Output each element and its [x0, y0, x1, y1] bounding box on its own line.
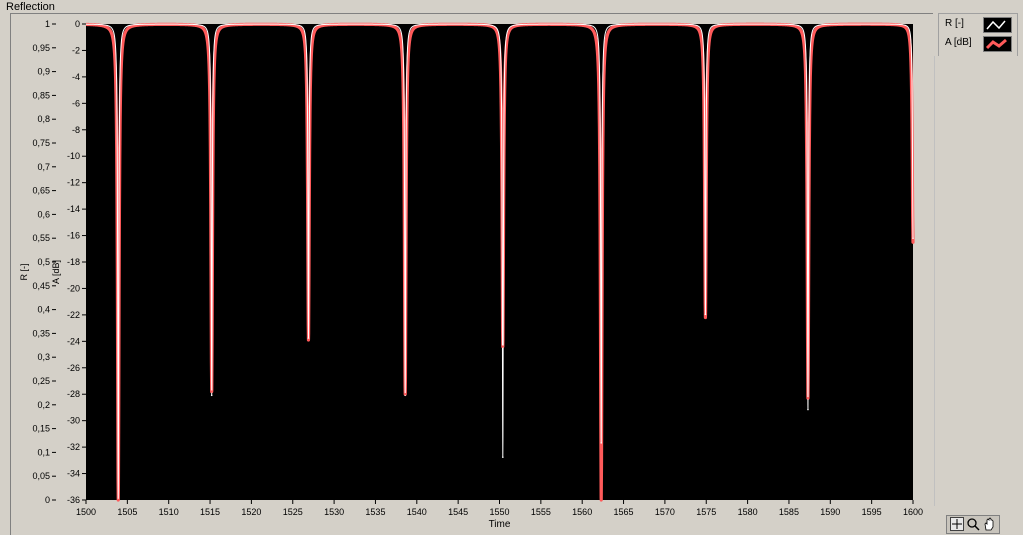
y-tick-label: 0,15	[32, 424, 50, 434]
y2-tick-label: -6	[72, 98, 80, 108]
series-a-point	[911, 240, 915, 244]
series-a-point	[600, 498, 603, 502]
y2-tick-label: -2	[72, 45, 80, 55]
x-tick-label: 1530	[324, 507, 344, 517]
y2-tick-label: -18	[67, 257, 80, 267]
series-a-point	[501, 345, 505, 348]
y2-tick-label: -36	[67, 495, 80, 505]
y2-tick-label: -32	[67, 442, 80, 452]
y-tick-label: 0,75	[32, 138, 50, 148]
zoom-icon[interactable]	[966, 517, 980, 531]
y-tick-label: 0,6	[37, 209, 50, 219]
y-tick-label: 0,3	[37, 352, 50, 362]
series-a-point	[404, 393, 407, 396]
x-tick-label: 1595	[862, 507, 882, 517]
y2-tick-label: -10	[67, 151, 80, 161]
y-tick-label: 0	[45, 495, 50, 505]
chart[interactable]: 0 0,05 0,1 0,15 0,2 0,25 0,3 0,35 0,4 0,45 0,5 0,55…	[11, 14, 933, 535]
x-tick-label: 1555	[531, 507, 551, 517]
y2-axis-label: A [dB]	[51, 260, 61, 284]
series-a-point	[307, 338, 310, 342]
legend-swatch-a[interactable]	[983, 36, 1012, 52]
y2-tick-label: -4	[72, 72, 80, 82]
y-tick-label: 0,9	[37, 67, 50, 77]
y-tick-label: 0,45	[32, 281, 50, 291]
x-tick-label: 1565	[614, 507, 634, 517]
x-tick-label: 1585	[779, 507, 799, 517]
y-tick-label: 0,65	[32, 186, 50, 196]
x-tick-label: 1590	[820, 507, 840, 517]
window-title: Reflection	[6, 1, 55, 13]
y-tick-label: 0,25	[32, 376, 50, 386]
y2-tick-label: -16	[67, 231, 80, 241]
x-tick-label: 1525	[283, 507, 303, 517]
y2-tick-label: -20	[67, 283, 80, 293]
y-tick-label: 0,8	[37, 114, 50, 124]
series-r-point	[210, 394, 213, 397]
y2-tick-label: -26	[67, 363, 80, 373]
x-axis-label: Time	[489, 519, 511, 530]
series-a-point	[210, 390, 213, 393]
y-tick-label: 0,5	[37, 257, 50, 267]
y-tick-label: 0,4	[37, 305, 50, 315]
graph-palette	[946, 515, 1000, 534]
x-tick-label: 1560	[572, 507, 592, 517]
series-r-point	[807, 408, 809, 411]
y-tick-label: 0,05	[32, 471, 50, 481]
x-tick-label: 1575	[696, 507, 716, 517]
pan-hand-icon[interactable]	[982, 517, 996, 531]
y-tick-label: 0,2	[37, 400, 50, 410]
series-a-point	[117, 498, 120, 502]
y-tick-label: 0,7	[37, 162, 50, 172]
y2-tick-label: -30	[67, 416, 80, 426]
x-tick-label: 1535	[365, 507, 385, 517]
x-tick-label: 1505	[117, 507, 137, 517]
y2-tick-label: -12	[67, 178, 80, 188]
series-r-point	[912, 237, 914, 239]
series-a-point	[806, 396, 810, 400]
y2-tick-label: -14	[67, 204, 80, 214]
x-tick-label: 1545	[448, 507, 468, 517]
x-tick-label: 1500	[76, 507, 96, 517]
y2-tick-label: -22	[67, 310, 80, 320]
legend-item-a[interactable]: A [dB]	[945, 37, 972, 55]
crosshair-icon[interactable]	[950, 517, 964, 531]
y-tick-label: 1	[45, 19, 50, 29]
x-tick-label: 1510	[159, 507, 179, 517]
legend-item-r[interactable]: R [-]	[945, 18, 964, 36]
y-tick-label: 0,1	[37, 447, 50, 457]
y-tick-label: 0,55	[32, 233, 50, 243]
x-tick-label: 1540	[407, 507, 427, 517]
y2-tick-label: 0	[75, 19, 80, 29]
x-tick-label: 1520	[241, 507, 261, 517]
y2-tick-label: -34	[67, 469, 80, 479]
series-r-point	[600, 442, 603, 444]
y-tick-label: 0,35	[32, 328, 50, 338]
legend: R [-] A [dB]	[938, 13, 1018, 57]
x-tick-label: 1570	[655, 507, 675, 517]
legend-scroll-area[interactable]	[934, 56, 1021, 506]
chart-panel: 0 0,05 0,1 0,15 0,2 0,25 0,3 0,35 0,4 0,45 0,5 0,55…	[10, 13, 933, 535]
legend-label-a: A [dB]	[945, 37, 972, 48]
y-tick-label: 0,85	[32, 90, 50, 100]
legend-swatch-r[interactable]	[983, 17, 1012, 33]
x-tick-label: 1515	[200, 507, 220, 517]
y2-tick-label: -8	[72, 125, 80, 135]
series-a-point	[704, 316, 707, 319]
series-r-point	[704, 313, 707, 316]
y2-tick-label: -24	[67, 336, 80, 346]
x-tick-label: 1600	[903, 507, 923, 517]
x-tick-label: 1580	[738, 507, 758, 517]
y-axis-label: R [-]	[19, 264, 29, 281]
series-r-point	[502, 456, 504, 458]
legend-label-r: R [-]	[945, 18, 964, 29]
y2-tick-label: -28	[67, 389, 80, 399]
y-tick-label: 0,95	[32, 43, 50, 53]
x-tick-label: 1550	[489, 507, 509, 517]
series-r-point	[307, 337, 310, 339]
